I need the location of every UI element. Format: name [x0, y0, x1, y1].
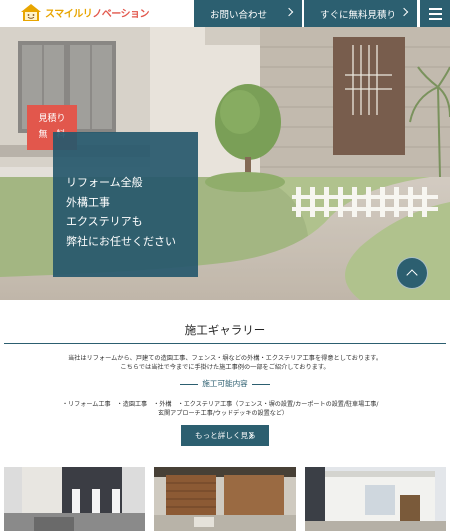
hero-line: エクステリアも — [66, 215, 143, 228]
gallery-thumbnail[interactable] — [154, 467, 296, 531]
gallery-title: 施工ギャラリー — [184, 323, 266, 337]
gallery-description: こちらでは当社で今までに手掛けた施工事例の一部をご紹介しております。 — [120, 364, 330, 371]
logo-text: スマイルリノベーション — [45, 5, 150, 20]
hero-line: 弊社にお任せください — [66, 234, 176, 248]
gallery-description: 当社はリフォームから、戸建ての造園工事、フェンス・塀などの外構・エクステリア工事… — [67, 355, 383, 362]
gallery-thumbnail[interactable] — [305, 467, 446, 531]
gallery-photo — [154, 467, 296, 531]
hero-line: 外構工事 — [66, 195, 110, 209]
divider — [4, 343, 446, 344]
chevron-right-icon — [399, 7, 409, 17]
logo-text-main: スマイルリ — [45, 9, 93, 20]
gallery-thumbnail[interactable] — [4, 467, 145, 531]
free-estimate-button[interactable]: すぐに無料見積り — [304, 0, 417, 27]
site-logo[interactable]: スマイルリノベーション — [20, 3, 150, 22]
hero-message-box: リフォーム全般 外構工事 エクステリアも 弊社にお任せください — [53, 132, 198, 277]
gallery-photo — [305, 467, 446, 531]
chevron-up-icon[interactable] — [396, 257, 428, 289]
hero-line: リフォーム全般 — [66, 176, 143, 189]
hero-section: 見積り 無 料 リフォーム全般 外構工事 エクステリアも 弊社にお任せください — [0, 27, 450, 300]
services-subheading: 施工可能内容 — [0, 378, 450, 389]
more-details-button[interactable]: もっと詳しく見る — [181, 425, 269, 446]
divider — [180, 383, 199, 385]
site-header: スマイルリノベーション お問い合わせ すぐに無料見積り — [0, 0, 450, 27]
chevron-right-icon — [284, 7, 294, 17]
free-estimate-button-label: すぐに無料見積り — [320, 9, 397, 21]
badge-line1: 見積り — [38, 114, 66, 124]
contact-button[interactable]: お問い合わせ — [194, 0, 302, 27]
services-list: 玄関アプローチ工事/ウッドデッキの設置など） — [158, 410, 289, 417]
contact-button-label: お問い合わせ — [210, 9, 268, 21]
hamburger-menu-icon[interactable] — [420, 0, 450, 27]
services-subheading-label: 施工可能内容 — [202, 379, 248, 388]
logo-text-accent: ノベーション — [92, 9, 150, 20]
divider — [251, 383, 270, 385]
services-list: ・リフォーム工事 ・造園工事 ・外構 ・エクステリア工事（フェンス・塀の設置/カ… — [62, 401, 379, 408]
house-logo-icon — [20, 3, 42, 22]
gallery-photo — [4, 467, 145, 531]
